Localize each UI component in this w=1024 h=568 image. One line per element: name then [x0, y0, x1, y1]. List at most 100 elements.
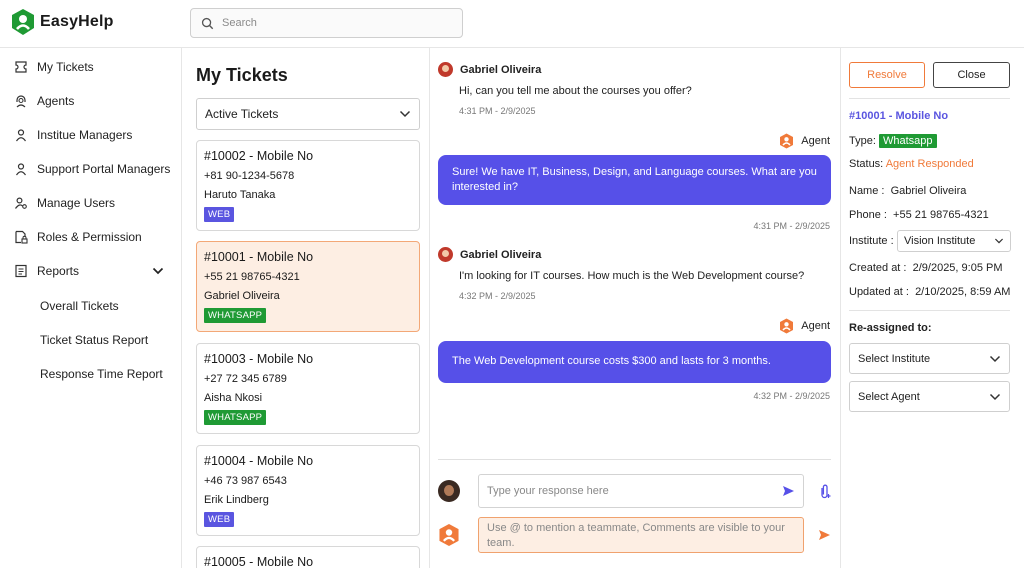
institute-label: Institute : — [849, 235, 894, 247]
reply-input[interactable]: Type your response here — [478, 474, 804, 508]
ticket-filter-value: Active Tickets — [205, 107, 279, 121]
agent-badge-icon — [780, 133, 794, 149]
sidebar-item-agents[interactable]: Agents — [14, 94, 74, 108]
status-label: Status: — [849, 158, 884, 170]
ticket-customer-name: Gabriel Oliveira — [204, 290, 280, 302]
ticket-card[interactable]: #10003 - Mobile No +27 72 345 6789 Aisha… — [196, 343, 420, 434]
institute-dropdown[interactable]: Vision Institute — [897, 230, 1011, 252]
ticket-card[interactable]: #10002 - Mobile No +81 90-1234-5678 Haru… — [196, 140, 420, 231]
conversation-panel: Gabriel Oliveira Hi, can you tell me abo… — [430, 48, 841, 568]
document-lock-icon — [15, 230, 28, 244]
message-text: I'm looking for IT courses. How much is … — [459, 270, 805, 282]
search-icon — [201, 17, 214, 29]
send-icon[interactable] — [782, 485, 795, 497]
sender-name: Gabriel Oliveira — [460, 248, 542, 261]
updated-value: 2/10/2025, 8:59 AM — [915, 286, 1011, 298]
sidebar-item-label: Agents — [37, 94, 75, 108]
reassigned-heading: Re-assigned to: — [849, 322, 932, 334]
report-icon — [15, 264, 27, 278]
sidebar-item-support-portal-managers[interactable]: Support Portal Managers — [14, 162, 170, 176]
sidebar-subitem-ticket-status-report[interactable]: Ticket Status Report — [40, 333, 148, 347]
select-agent-label: Select Agent — [858, 390, 920, 403]
avatar — [438, 62, 453, 77]
sidebar-item-institue-managers[interactable]: Institue Managers — [14, 128, 132, 142]
ticket-phone: +81 90-1234-5678 — [204, 170, 295, 182]
sidebar-item-my-tickets[interactable]: My Tickets — [14, 60, 94, 74]
select-agent-dropdown[interactable]: Select Agent — [849, 381, 1010, 412]
easyhelp-logo-icon — [12, 9, 34, 35]
ticket-card[interactable]: #10004 - Mobile No +46 73 987 6543 Erik … — [196, 445, 420, 536]
updated-label: Updated at : — [849, 286, 909, 298]
channel-badge: WEB — [204, 207, 235, 222]
agent-message-bubble: The Web Development course costs $300 an… — [438, 341, 831, 383]
select-institute-label: Select Institute — [858, 352, 931, 365]
sidebar-item-label: Support Portal Managers — [37, 162, 171, 176]
sidebar-item-label: My Tickets — [37, 60, 94, 74]
phone-value: +55 21 98765-4321 — [893, 209, 989, 221]
ticket-phone: +27 72 345 6789 — [204, 373, 287, 385]
sender-name: Agent — [801, 135, 830, 147]
sidebar-item-label: Roles & Permission — [37, 230, 142, 244]
agent-badge-icon — [439, 524, 459, 546]
institute-value: Vision Institute — [904, 235, 976, 247]
sidebar-item-manage-users[interactable]: Manage Users — [14, 196, 115, 210]
ticket-customer-name: Aisha Nkosi — [204, 392, 263, 404]
top-bar: EasyHelp — [0, 0, 1024, 48]
sidebar-subitem-response-time-report[interactable]: Response Time Report — [40, 367, 163, 381]
ticket-phone: +46 73 987 6543 — [204, 475, 287, 487]
search-bar[interactable] — [190, 8, 463, 38]
ticket-card-selected[interactable]: #10001 - Mobile No +55 21 98765-4321 Gab… — [196, 241, 420, 332]
ticket-customer-name: Erik Lindberg — [204, 494, 269, 506]
ticket-id-heading: #10001 - Mobile No — [849, 110, 949, 122]
message-timestamp: 4:32 PM - 2/9/2025 — [753, 391, 830, 401]
select-institute-dropdown[interactable]: Select Institute — [849, 343, 1010, 374]
chevron-down-icon[interactable] — [152, 266, 164, 276]
type-badge: Whatsapp — [878, 134, 937, 148]
channel-badge: WHATSAPP — [204, 308, 267, 323]
ticket-details-panel: Resolve Close #10001 - Mobile No Type: W… — [841, 48, 1024, 568]
created-value: 2/9/2025, 9:05 PM — [912, 262, 1003, 274]
ticket-id: #10002 - Mobile No — [204, 149, 314, 163]
sidebar-item-label: Reports — [37, 264, 80, 278]
app-logo[interactable]: EasyHelp — [10, 8, 114, 36]
ticket-id: #10004 - Mobile No — [204, 454, 314, 468]
channel-badge: WHATSAPP — [204, 410, 267, 425]
message-sender-agent: Agent — [779, 318, 830, 334]
created-at-row: Created at : 2/9/2025, 9:05 PM — [849, 262, 1003, 274]
reply-placeholder: Type your response here — [487, 485, 609, 497]
user-icon — [16, 163, 26, 176]
avatar — [438, 247, 453, 262]
message-timestamp: 4:32 PM - 2/9/2025 — [459, 291, 536, 301]
chevron-down-icon — [989, 393, 1001, 400]
attachment-icon[interactable] — [818, 484, 831, 499]
agent-message-bubble: Sure! We have IT, Business, Design, and … — [438, 155, 831, 205]
message-sender-agent: Agent — [779, 133, 830, 149]
sidebar-subitem-overall-tickets[interactable]: Overall Tickets — [40, 299, 119, 313]
name-label: Name : — [849, 185, 885, 197]
phone-label: Phone : — [849, 209, 887, 221]
sidebar-item-roles-permission[interactable]: Roles & Permission — [14, 230, 142, 244]
user-icon — [16, 129, 26, 142]
ticket-type: Type: Whatsapp — [849, 134, 937, 148]
search-input[interactable] — [222, 17, 442, 29]
sidebar-item-label: Institue Managers — [37, 128, 133, 142]
type-label: Type: — [849, 135, 876, 147]
avatar — [438, 480, 460, 502]
updated-at-row: Updated at : 2/10/2025, 8:59 AM — [849, 286, 1010, 298]
sidebar-item-reports[interactable]: Reports — [14, 264, 79, 278]
ticket-list-panel: My Tickets Active Tickets #10002 - Mobil… — [182, 48, 430, 568]
agent-badge-icon — [780, 318, 794, 334]
resolve-button[interactable]: Resolve — [849, 62, 925, 88]
ticket-id: #10003 - Mobile No — [204, 352, 314, 366]
headset-icon — [16, 95, 26, 108]
sidebar: My Tickets Agents Institue Managers Supp… — [0, 48, 182, 568]
page-title: My Tickets — [196, 65, 288, 85]
ticket-icon — [15, 61, 27, 73]
sender-name: Agent — [801, 320, 830, 332]
internal-note-input[interactable]: Use @ to mention a teammate, Comments ar… — [478, 517, 804, 553]
ticket-card[interactable]: #10005 - Mobile No — [196, 546, 420, 568]
close-button[interactable]: Close — [933, 62, 1010, 88]
ticket-filter-dropdown[interactable]: Active Tickets — [196, 98, 420, 130]
send-note-icon[interactable] — [818, 529, 831, 541]
message-text: Hi, can you tell me about the courses yo… — [459, 85, 692, 97]
